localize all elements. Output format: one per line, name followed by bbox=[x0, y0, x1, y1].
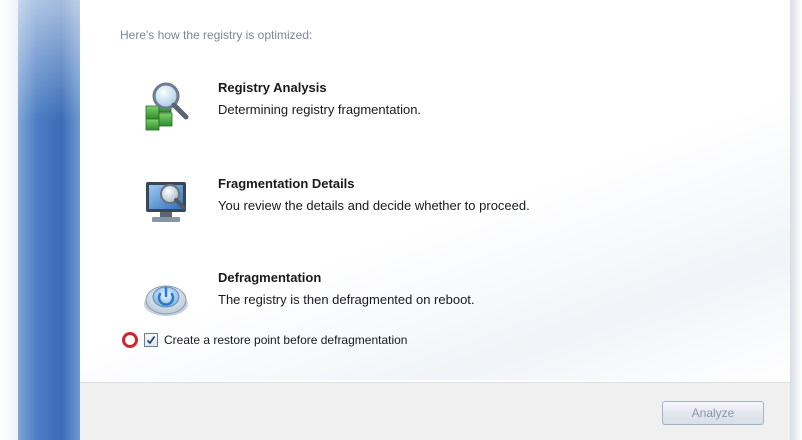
window-edge bbox=[0, 0, 18, 440]
highlight-ring-icon bbox=[122, 332, 138, 348]
analyze-button[interactable]: Analyze bbox=[662, 401, 764, 425]
step-defragmentation: Defragmentation The registry is then def… bbox=[140, 270, 740, 330]
window-shadow bbox=[790, 0, 802, 440]
restore-point-checkbox[interactable] bbox=[144, 333, 158, 347]
footer-bar: Analyze bbox=[80, 382, 790, 440]
step-description: You review the details and decide whethe… bbox=[218, 198, 530, 213]
intro-text: Here's how the registry is optimized: bbox=[120, 28, 313, 42]
power-button-icon bbox=[140, 270, 192, 322]
step-title: Registry Analysis bbox=[218, 80, 327, 95]
monitor-details-icon bbox=[140, 176, 192, 228]
registry-analysis-icon bbox=[140, 80, 192, 132]
checkmark-icon bbox=[146, 336, 156, 345]
step-registry-analysis: Registry Analysis Determining registry f… bbox=[140, 80, 740, 140]
step-description: The registry is then defragmented on reb… bbox=[218, 292, 475, 307]
sidebar-strip bbox=[18, 0, 80, 440]
step-description: Determining registry fragmentation. bbox=[218, 102, 422, 117]
step-title: Defragmentation bbox=[218, 270, 322, 285]
restore-point-row[interactable]: Create a restore point before defragment… bbox=[122, 331, 407, 349]
step-fragmentation-details: Fragmentation Details You review the det… bbox=[140, 176, 740, 236]
restore-point-label[interactable]: Create a restore point before defragment… bbox=[164, 333, 407, 347]
step-title: Fragmentation Details bbox=[218, 176, 355, 191]
optimizer-window: Here's how the registry is optimized: Re… bbox=[0, 0, 802, 440]
